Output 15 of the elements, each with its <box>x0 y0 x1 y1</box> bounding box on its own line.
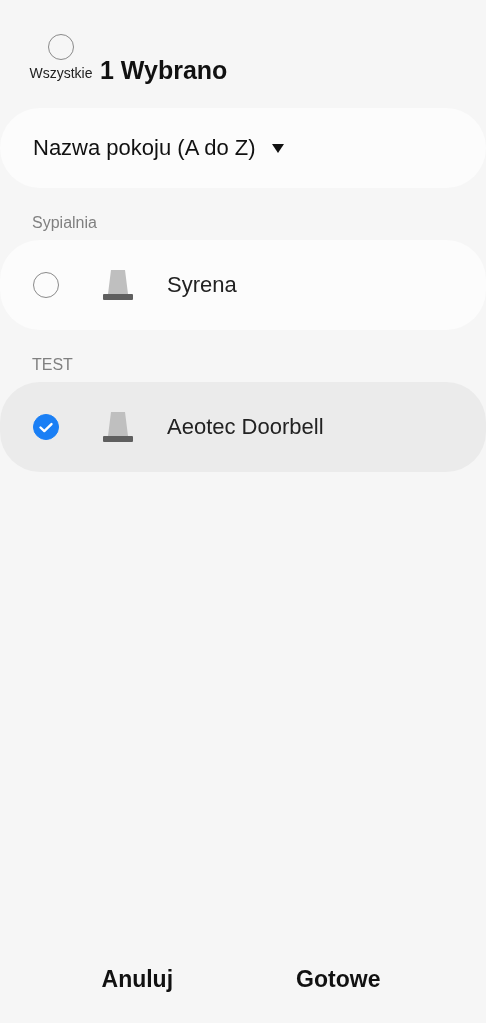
siren-icon <box>102 411 134 443</box>
siren-icon <box>102 269 134 301</box>
selection-count-title: 1 Wybrano <box>100 57 228 83</box>
device-name: Aeotec Doorbell <box>167 414 324 440</box>
device-row[interactable]: Syrena <box>0 240 486 330</box>
device-checkbox[interactable] <box>33 414 59 440</box>
sort-dropdown[interactable]: Nazwa pokoju (A do Z) <box>0 108 486 188</box>
room-header: TEST <box>31 355 74 375</box>
room-header: Sypialnia <box>31 213 98 233</box>
footer-button[interactable]: Anuluj <box>85 958 190 1001</box>
device-row[interactable]: Aeotec Doorbell <box>0 382 486 472</box>
device-name: Syrena <box>167 272 237 298</box>
select-all-label: Wszystkie <box>29 65 93 81</box>
footer-button[interactable]: Gotowe <box>280 958 397 1001</box>
caret-icon <box>271 143 284 153</box>
